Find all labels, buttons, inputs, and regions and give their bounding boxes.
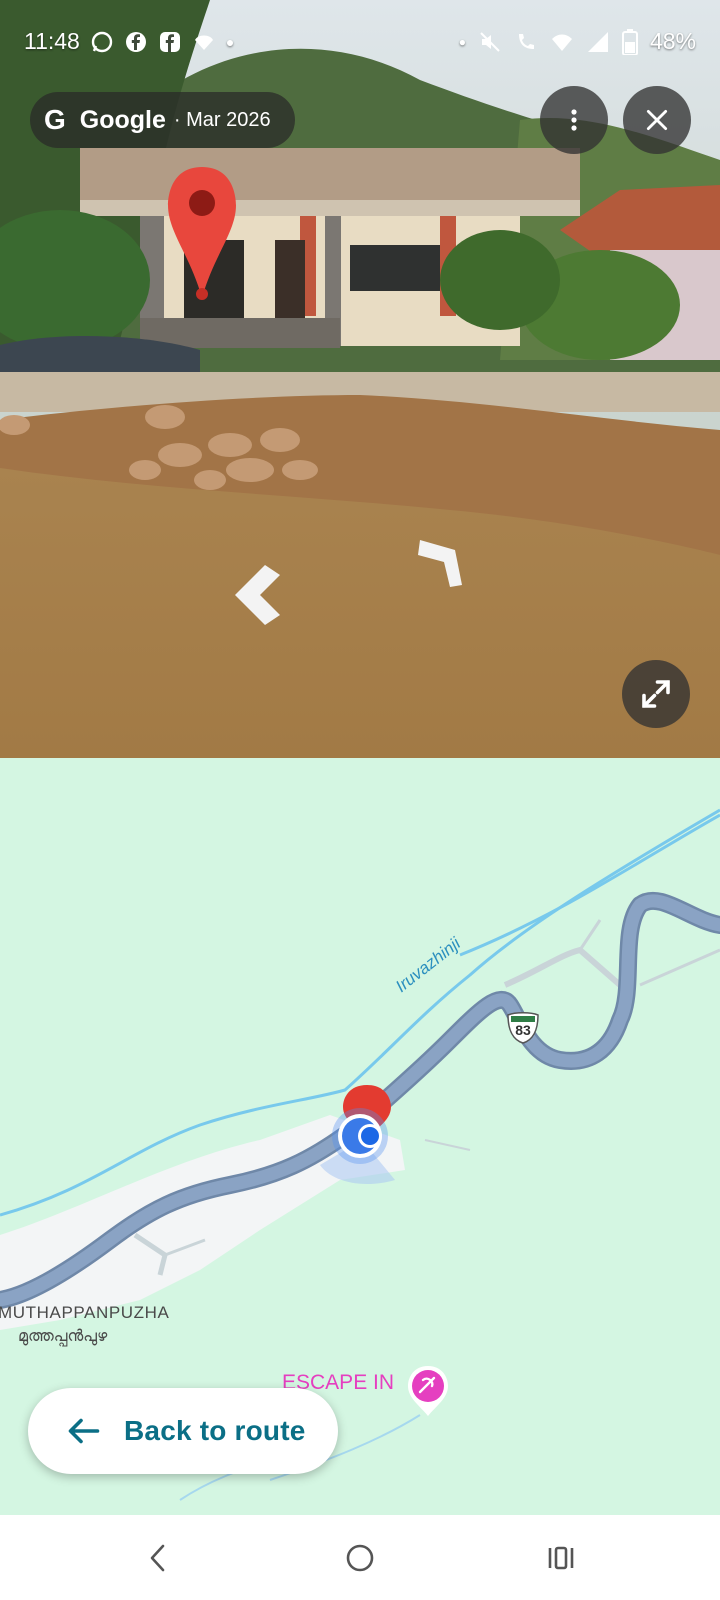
close-icon <box>646 109 668 131</box>
place-label-local: മുത്തപ്പൻപുഴ <box>18 1328 108 1345</box>
battery-icon <box>621 28 638 55</box>
mute-icon <box>480 31 500 52</box>
imagery-attribution-chip: G Google · Mar 2026 <box>30 92 295 148</box>
wifi-call-icon <box>518 33 534 49</box>
facebook-icon-2 <box>159 31 180 52</box>
more-vert-icon <box>571 109 577 131</box>
back-to-route-button[interactable]: Back to route <box>28 1388 338 1474</box>
wifi-icon <box>551 34 572 51</box>
signal-icon <box>587 31 608 52</box>
status-bar-right: ● 48% <box>459 28 696 55</box>
nav-recents-icon[interactable] <box>546 1543 576 1573</box>
expand-button[interactable] <box>622 660 690 728</box>
arrow-back-icon <box>68 1418 100 1444</box>
facebook-icon <box>125 31 146 52</box>
nav-back-icon[interactable] <box>146 1542 170 1574</box>
status-time: 11:48 <box>24 28 80 54</box>
place-label: MUTHAPPANPUZHA <box>0 1303 170 1322</box>
maps-icon <box>194 35 213 50</box>
status-bar-left: 11:48 ● <box>24 28 234 55</box>
notification-dot-icon: ● <box>225 33 235 50</box>
system-navigation-bar <box>0 1515 720 1600</box>
attribution-brand: Google <box>79 105 166 134</box>
whatsapp-icon <box>91 31 113 52</box>
imagery-date: · Mar 2026 <box>173 108 271 131</box>
close-button[interactable] <box>623 86 691 154</box>
expand-icon <box>642 680 670 708</box>
google-g-icon: G <box>44 104 66 135</box>
dot-icon: ● <box>458 34 466 49</box>
battery-level: 48% <box>649 28 696 54</box>
road-shield-icon: 83 <box>505 1010 541 1046</box>
nav-home-icon[interactable] <box>345 1543 375 1573</box>
road-shield-number: 83 <box>515 1022 531 1038</box>
current-location-icon <box>332 1108 388 1164</box>
more-options-button[interactable] <box>540 86 608 154</box>
back-to-route-label: Back to route <box>124 1415 306 1446</box>
